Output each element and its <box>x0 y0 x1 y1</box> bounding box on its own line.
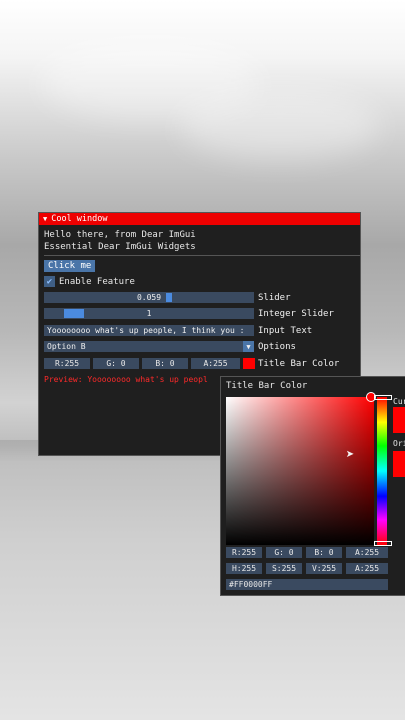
integer-slider[interactable]: 1 <box>44 308 254 319</box>
float-slider[interactable]: 0.059 <box>44 292 254 303</box>
picker-a2-field[interactable]: A:255 <box>346 563 388 574</box>
integer-slider-label: Integer Slider <box>258 309 334 319</box>
current-label: Cur <box>393 397 405 406</box>
hex-field[interactable]: #FF0000FF <box>226 579 388 590</box>
color-swatch[interactable] <box>243 358 255 369</box>
color-picker-popup[interactable]: Title Bar Color ➤ Cur Ori R:255 G: 0 B: … <box>220 376 405 596</box>
input-text-label: Input Text <box>258 326 313 336</box>
collapse-triangle-icon[interactable]: ▼ <box>43 215 47 223</box>
enable-feature-checkbox[interactable]: ✔ Enable Feature <box>44 276 135 287</box>
options-label: Options <box>258 342 296 352</box>
color-a-field[interactable]: A:255 <box>191 358 240 369</box>
picker-title: Title Bar Color <box>226 381 308 391</box>
picker-g-field[interactable]: G: 0 <box>266 547 302 558</box>
picker-s-field[interactable]: S:255 <box>266 563 302 574</box>
current-color-swatch <box>393 407 405 433</box>
mouse-cursor-icon: ➤ <box>346 447 355 463</box>
window-title: Cool window <box>51 214 108 224</box>
text-input[interactable]: Yoooooooo what's up people, I think you … <box>44 325 254 336</box>
color-g-field[interactable]: G: 0 <box>93 358 139 369</box>
preview-text: Preview: Yoooooooo what's up peopl <box>44 375 208 384</box>
picker-h-field[interactable]: H:255 <box>226 563 262 574</box>
color-r-field[interactable]: R:255 <box>44 358 90 369</box>
original-label: Ori <box>393 439 405 448</box>
hello-text: Hello there, from Dear ImGui <box>44 230 196 240</box>
slider-label: Slider <box>258 293 291 303</box>
checkbox-label: Enable Feature <box>59 276 135 287</box>
picker-r-field[interactable]: R:255 <box>226 547 262 558</box>
background-cloud <box>180 90 380 160</box>
integer-slider-value: 1 <box>146 309 152 318</box>
original-color-swatch[interactable] <box>393 451 405 477</box>
input-text-value: Yoooooooo what's up people, I think you … <box>47 326 245 335</box>
title-bar-color-label: Title Bar Color <box>258 359 340 369</box>
hue-marker-bottom <box>374 541 392 546</box>
picker-v-field[interactable]: V:255 <box>306 563 342 574</box>
hue-marker[interactable] <box>374 395 392 400</box>
color-b-field[interactable]: B: 0 <box>142 358 188 369</box>
click-me-button[interactable]: Click me <box>44 260 96 272</box>
picker-b-field[interactable]: B: 0 <box>306 547 342 558</box>
window-titlebar[interactable]: ▼ Cool window <box>39 213 360 225</box>
saturation-value-square[interactable] <box>226 397 374 545</box>
color-edit[interactable]: R:255 G: 0 B: 0 A:255 <box>44 358 258 369</box>
combo-arrow-icon[interactable]: ▼ <box>243 341 254 352</box>
combo-value: Option B <box>47 342 86 351</box>
widgets-heading: Essential Dear ImGui Widgets <box>44 242 196 252</box>
picker-a-field[interactable]: A:255 <box>346 547 388 558</box>
options-combo[interactable]: Option B ▼ <box>44 341 254 352</box>
slider-value: 0.059 <box>136 293 162 302</box>
checkmark-icon[interactable]: ✔ <box>44 276 55 287</box>
separator <box>44 255 360 256</box>
hue-bar[interactable] <box>377 397 387 545</box>
